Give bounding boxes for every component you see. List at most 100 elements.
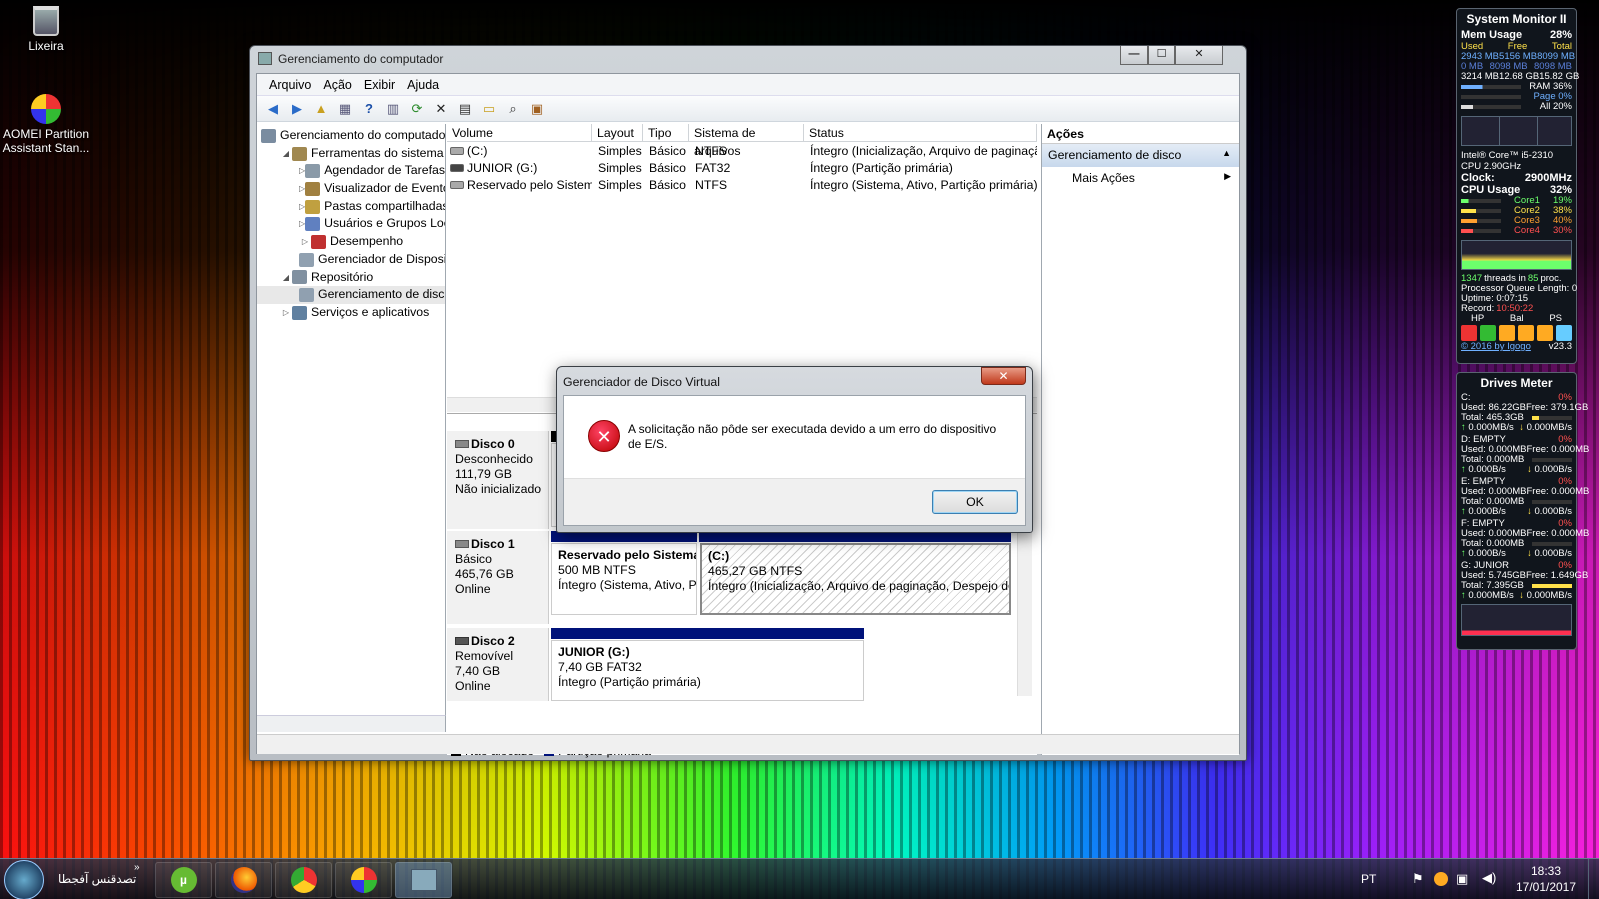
- tree-item-label: Gerenciamento do computado: [280, 128, 446, 142]
- drive-entry[interactable]: D: EMPTY 0% Used: 0.000MB Free: 0.000MB Tota…: [1457, 435, 1589, 475]
- col-layout[interactable]: Layout: [592, 124, 643, 142]
- dialog-close-button[interactable]: ✕: [981, 367, 1026, 385]
- tree-node-icon: [305, 164, 321, 179]
- drive-entry[interactable]: E: EMPTY 0% Used: 0.000MB Free: 0.000MB Tota…: [1457, 477, 1589, 517]
- expand-icon[interactable]: ▷: [299, 233, 311, 251]
- partition-junior[interactable]: JUNIOR (G:) 7,40 GB FAT32 Íntegro (Parti…: [551, 640, 864, 701]
- search-icon[interactable]: ⌕: [503, 99, 523, 119]
- table-row[interactable]: (C:) Simples Básico NTFS Íntegro (Inicializa…: [447, 143, 1037, 160]
- credit-link[interactable]: © 2016 by Igogo: [1461, 342, 1531, 352]
- expand-icon[interactable]: ◢: [280, 145, 292, 163]
- show-hide-tree-icon[interactable]: ▦: [335, 99, 355, 119]
- table-row[interactable]: Reservado pelo Sistema Simples Básico NTFS Í…: [447, 177, 1037, 194]
- help-icon[interactable]: ?: [359, 99, 379, 119]
- actions-section-disk-management[interactable]: Gerenciamento de disco ▲: [1042, 144, 1239, 167]
- back-icon[interactable]: ◀: [263, 99, 283, 119]
- tray-app-icon[interactable]: [1434, 872, 1448, 886]
- disk-size: 7,40 GB: [455, 664, 501, 678]
- disk-1-label[interactable]: Disco 1 Básico 465,76 GB Online: [447, 531, 549, 624]
- start-button[interactable]: [4, 860, 44, 899]
- chevron-icon[interactable]: »: [134, 862, 140, 873]
- desktop-icon-aomei[interactable]: AOMEI Partition Assistant Stan...: [0, 94, 92, 155]
- tree-item[interactable]: Gerenciador de Disposit: [257, 251, 445, 269]
- tree-node-icon: [292, 146, 307, 161]
- taskbar-aomei[interactable]: [335, 862, 392, 898]
- tree-item[interactable]: ▷ Serviços e aplicativos: [257, 304, 445, 322]
- tree-item[interactable]: ▷ Usuários e Grupos Loca: [257, 215, 445, 233]
- ok-button[interactable]: OK: [932, 490, 1018, 514]
- drive-entry[interactable]: F: EMPTY 0% Used: 0.000MB Free: 0.000MB Tota…: [1457, 519, 1589, 559]
- partition-c[interactable]: (C:) 465,27 GB NTFS Íntegro (Inicializaç…: [700, 543, 1011, 615]
- drive-entry[interactable]: C: 0% Used: 86.22GB Free: 379.1GB Total: 465…: [1457, 393, 1588, 433]
- status-bar: [257, 734, 1239, 754]
- shutdown-icon[interactable]: [1461, 325, 1477, 341]
- table-cell: Simples: [598, 178, 642, 192]
- title-bar[interactable]: Gerenciamento do computador — ☐ ✕: [250, 46, 1246, 73]
- maximize-button[interactable]: ☐: [1148, 46, 1175, 65]
- start-menu-text[interactable]: تصدقنس آفجطا: [58, 872, 136, 886]
- col-tipo[interactable]: Tipo: [643, 124, 689, 142]
- col-status[interactable]: Status: [804, 124, 1037, 142]
- drive-read-speed: 0.000MB/s: [1468, 422, 1514, 433]
- mode-bal[interactable]: Bal: [1510, 314, 1524, 324]
- tree-horizontal-scrollbar[interactable]: [257, 715, 446, 732]
- partition-size: 500 MB NTFS: [558, 563, 636, 577]
- restart-icon[interactable]: [1518, 325, 1534, 341]
- actions-more[interactable]: Mais Ações ▶: [1042, 167, 1239, 189]
- tree-item[interactable]: Gerenciamento de disco: [257, 286, 445, 304]
- table-row[interactable]: JUNIOR (G:) Simples Básico FAT32 Íntegro (Pa…: [447, 160, 1037, 177]
- taskbar-chrome[interactable]: [275, 862, 332, 898]
- disk-state: Online: [455, 582, 491, 596]
- tree-item[interactable]: ◢ Repositório: [257, 269, 445, 287]
- minimize-button[interactable]: —: [1120, 46, 1148, 65]
- drives-meter-gadget[interactable]: Drives Meter C: 0% Used: 86.22GB Free: 379.…: [1456, 372, 1589, 650]
- expand-icon[interactable]: ◢: [280, 269, 292, 287]
- clock-date[interactable]: 17/01/2017: [1510, 880, 1582, 894]
- tree-item[interactable]: ▷ Agendador de Tarefas: [257, 162, 445, 180]
- menu-ajuda[interactable]: Ajuda: [401, 74, 445, 95]
- desktop-icon-recycle-bin[interactable]: Lixeira: [0, 6, 92, 53]
- drive-entry[interactable]: G: JUNIOR 0% Used: 5.745GB Free: 1.649GB Tot…: [1457, 561, 1588, 601]
- tree-item[interactable]: Gerenciamento do computado: [257, 127, 445, 145]
- show-hide-action-pane-icon[interactable]: ▥: [383, 99, 403, 119]
- menu-acao[interactable]: Ação: [317, 74, 358, 95]
- table-cell: Simples: [598, 161, 642, 175]
- tree-item[interactable]: ▷ Visualizador de Eventos: [257, 180, 445, 198]
- settings-icon[interactable]: ▣: [527, 99, 547, 119]
- system-monitor-gadget[interactable]: System Monitor II Mem Usage 28% Used Free…: [1456, 8, 1579, 364]
- sleep-icon[interactable]: [1480, 325, 1496, 341]
- partition-reservado[interactable]: Reservado pelo Sistema 500 MB NTFS Ínteg…: [551, 543, 697, 615]
- language-indicator[interactable]: PT: [1361, 872, 1376, 886]
- taskbar-utorrent[interactable]: µ: [155, 862, 212, 898]
- expand-icon[interactable]: ▷: [280, 304, 292, 322]
- properties-icon[interactable]: ▤: [455, 99, 475, 119]
- lock-icon[interactable]: [1537, 325, 1553, 341]
- hibernate-icon[interactable]: [1499, 325, 1515, 341]
- show-desktop-button[interactable]: [1588, 859, 1599, 899]
- disk-0-label[interactable]: Disco 0 Desconhecido 111,79 GB Não inici…: [447, 431, 549, 529]
- col-volume[interactable]: Volume: [447, 124, 592, 142]
- mode-ps[interactable]: PS: [1549, 314, 1562, 324]
- tree-item[interactable]: ◢ Ferramentas do sistema: [257, 145, 445, 163]
- up-folder-icon[interactable]: ▲: [311, 99, 331, 119]
- mode-hp[interactable]: HP: [1471, 314, 1484, 324]
- close-button[interactable]: ✕: [1175, 46, 1223, 65]
- menu-exibir[interactable]: Exibir: [358, 74, 401, 95]
- open-folder-icon[interactable]: ▭: [479, 99, 499, 119]
- delete-icon[interactable]: ✕: [431, 99, 451, 119]
- tree-item[interactable]: ▷ Desempenho: [257, 233, 445, 251]
- refresh-icon[interactable]: ⟳: [407, 99, 427, 119]
- col-sistema-arquivos[interactable]: Sistema de arquivos: [689, 124, 804, 158]
- disk-2-label[interactable]: Disco 2 Removível 7,40 GB Online: [447, 628, 549, 701]
- clock-time[interactable]: 18:33: [1520, 864, 1572, 878]
- logoff-icon[interactable]: [1556, 325, 1572, 341]
- taskbar-computer-management[interactable]: [395, 862, 452, 898]
- forward-icon[interactable]: ▶: [287, 99, 307, 119]
- network-icon[interactable]: ▣: [1456, 871, 1468, 887]
- volume-icon[interactable]: ◀): [1482, 870, 1496, 886]
- action-center-flag-icon[interactable]: ⚑: [1412, 871, 1424, 887]
- collapse-icon[interactable]: ▲: [1222, 148, 1231, 158]
- tree-item[interactable]: ▷ Pastas compartilhadas: [257, 198, 445, 216]
- menu-arquivo[interactable]: Arquivo: [263, 74, 317, 95]
- taskbar-firefox[interactable]: [215, 862, 272, 898]
